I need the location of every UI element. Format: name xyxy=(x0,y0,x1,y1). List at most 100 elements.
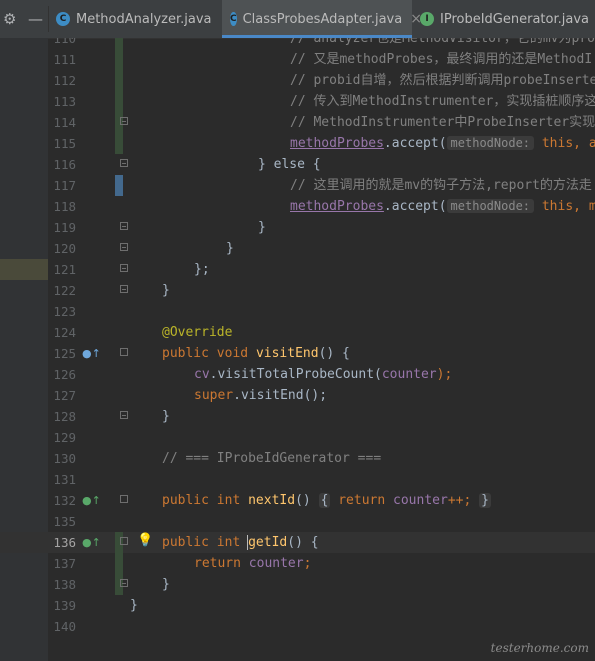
implements-icon[interactable]: ●↑ xyxy=(82,494,101,507)
line-number: 122 xyxy=(53,283,76,298)
line-number: 113 xyxy=(53,94,76,109)
field-ref: methodProbes xyxy=(290,136,384,151)
code-editor[interactable]: 110 // analyzer也是MethodVisitor，它的mv为pro … xyxy=(0,38,595,661)
line-number: 131 xyxy=(53,472,76,487)
code-text: methodProbes.accept(methodNode: this, a xyxy=(290,133,595,154)
lightbulb-icon[interactable]: 💡 xyxy=(137,533,153,548)
code-line: 126 cv.visitTotalProbeCount(counter); xyxy=(0,364,595,385)
code-line: 137 return counter; xyxy=(0,553,595,574)
param-hint: methodNode: xyxy=(446,136,535,150)
param-hint: methodNode: xyxy=(446,199,535,213)
class-icon: C xyxy=(56,12,70,26)
code-line: 124 @Override xyxy=(0,322,595,343)
override-icon[interactable]: ●↑ xyxy=(82,347,101,360)
line-number: 135 xyxy=(53,514,76,529)
code-line: 114 // MethodInstrumenter中ProbeInserter实… xyxy=(0,112,595,133)
keyword: public xyxy=(162,346,209,361)
method-name: getId xyxy=(248,535,288,550)
code-line: 138 } xyxy=(0,574,595,595)
fold-marker[interactable] xyxy=(120,285,128,293)
keyword: return xyxy=(338,493,386,508)
fold-marker[interactable] xyxy=(120,264,128,272)
code-rest: .visitEnd(); xyxy=(233,388,328,403)
brace-text: }; xyxy=(194,262,210,277)
line-number: 139 xyxy=(53,598,76,613)
code-rest: this, m xyxy=(534,199,595,214)
watermark: testerhome.com xyxy=(490,641,589,655)
code-text: } xyxy=(130,598,138,613)
line-number: 132 xyxy=(53,493,76,508)
keyword: void xyxy=(216,346,249,361)
field-ref: methodProbes xyxy=(290,199,384,214)
folded-brace[interactable]: { xyxy=(318,493,331,508)
line-number: 126 xyxy=(53,367,76,382)
folded-brace[interactable]: } xyxy=(479,493,491,508)
change-marker xyxy=(115,91,123,112)
line-number: 119 xyxy=(53,220,76,235)
line-number: 125 xyxy=(53,346,76,361)
tab-class-probes-adapter[interactable]: C ClassProbesAdapter.java × xyxy=(222,0,422,38)
code-text: public int getId() { xyxy=(162,532,319,553)
code-text: } xyxy=(258,220,266,235)
code-line: 129 xyxy=(0,427,595,448)
line-number: 111 xyxy=(53,52,76,67)
editor-tab-bar: ⚙ — C MethodAnalyzer.java C ClassProbesA… xyxy=(0,0,595,39)
line-number: 115 xyxy=(53,136,76,151)
code-line: 139 } xyxy=(0,595,595,616)
code-line: 140 xyxy=(0,616,595,637)
code-text: } else { xyxy=(258,157,321,172)
line-number: 129 xyxy=(53,430,76,445)
code-text: return counter; xyxy=(194,553,311,574)
change-marker xyxy=(115,133,123,154)
code-line: 112 // probid自增，然后根据判断调用probeInserte xyxy=(0,70,595,91)
fold-marker[interactable] xyxy=(120,243,128,251)
code-line: 110 // analyzer也是MethodVisitor，它的mv为pro xyxy=(0,38,595,49)
class-icon: C xyxy=(230,12,237,26)
tab-iprobe-id-generator[interactable]: I IProbeIdGenerator.java xyxy=(420,0,595,38)
code-rest: this, a xyxy=(534,136,595,151)
field-ref: counter xyxy=(381,367,437,382)
comment-text: // 这里调用的就是mv的钩子方法,report的方法走 xyxy=(290,178,592,193)
comment-text: // === IProbeIdGenerator === xyxy=(162,451,382,466)
annotation-text: @Override xyxy=(162,325,233,340)
code-rest: ); xyxy=(436,367,453,382)
field-ref: counter xyxy=(248,556,304,571)
method-name: nextId xyxy=(248,493,296,508)
code-text: } xyxy=(226,241,234,256)
change-marker xyxy=(115,553,123,574)
code-line: 130 // === IProbeIdGenerator === xyxy=(0,448,595,469)
comment-text: // probid自增，然后根据判断调用probeInserte xyxy=(290,73,595,88)
line-number: 116 xyxy=(53,157,76,172)
code-line: 120 } xyxy=(0,238,595,259)
tab-method-analyzer[interactable]: C MethodAnalyzer.java xyxy=(56,0,222,38)
keyword: public xyxy=(162,535,209,550)
code-line: 128 } xyxy=(0,406,595,427)
method-name: visitEnd xyxy=(255,346,319,361)
line-number: 127 xyxy=(53,388,76,403)
code-line: 116 } else { xyxy=(0,154,595,175)
fold-marker[interactable] xyxy=(120,495,128,503)
line-number: 124 xyxy=(53,325,76,340)
tab-label: ClassProbesAdapter.java xyxy=(242,11,403,27)
fold-marker[interactable] xyxy=(120,159,128,167)
keyword: return xyxy=(194,556,241,571)
fold-marker[interactable] xyxy=(120,579,128,587)
call-text: .accept( xyxy=(383,199,447,214)
change-marker xyxy=(115,38,123,49)
fold-marker[interactable] xyxy=(120,117,128,125)
gear-icon[interactable]: ⚙ xyxy=(3,11,16,27)
code-line: 132 ●↑ public int nextId() { return coun… xyxy=(0,490,595,511)
fold-marker[interactable] xyxy=(120,222,128,230)
line-number: 110 xyxy=(53,38,76,46)
line-number: 140 xyxy=(53,619,76,634)
code-text: } xyxy=(162,283,170,298)
fold-marker[interactable] xyxy=(120,411,128,419)
code-text: methodProbes.accept(methodNode: this, m xyxy=(290,196,595,217)
fold-marker[interactable] xyxy=(120,348,128,356)
code-line: 122 } xyxy=(0,280,595,301)
implements-icon[interactable]: ●↑ xyxy=(82,536,101,549)
tab-divider xyxy=(48,6,49,32)
minus-icon[interactable]: — xyxy=(28,11,43,27)
comment-text: // analyzer也是MethodVisitor，它的mv为pro xyxy=(290,38,595,46)
fold-marker[interactable] xyxy=(120,537,128,545)
